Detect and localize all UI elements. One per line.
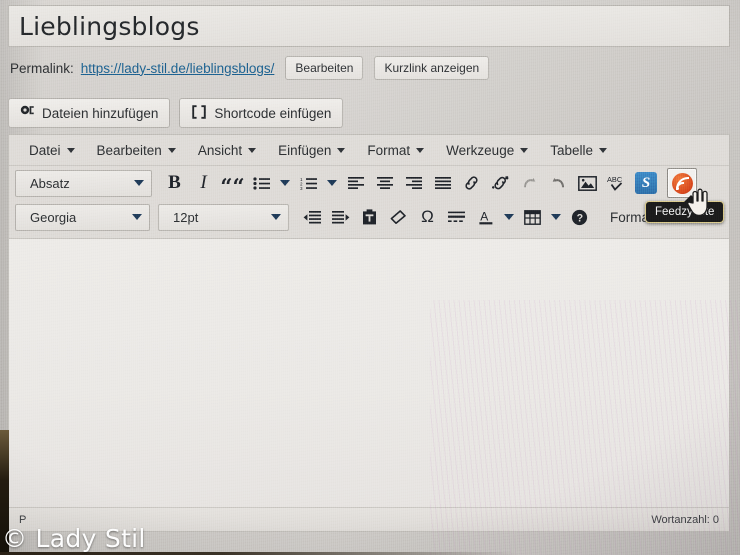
bullet-list-button[interactable] [247,169,276,197]
paragraph-style-select[interactable]: Absatz [15,169,152,197]
permalink-label: Permalink: [10,60,74,76]
media-buttons-row: Dateien hinzufügen Shortcode einfügen [8,98,344,128]
chevron-down-icon [327,180,337,186]
feedzy-tooltip: Feedzy Lite [645,195,725,223]
word-count: Wortanzahl: 0 [651,513,719,526]
menu-ansicht[interactable]: Ansicht [187,139,267,161]
italic-button[interactable]: I [189,169,218,197]
help-button[interactable]: ? [565,203,594,231]
menu-label: Ansicht [197,142,243,158]
bold-button[interactable]: B [160,169,189,197]
add-media-button[interactable]: Dateien hinzufügen [8,98,171,128]
shortlink-button[interactable]: Kurzlink anzeigen [374,56,490,80]
chevron-down-icon [167,147,176,153]
align-right-button[interactable] [399,169,428,197]
edit-permalink-button[interactable]: Bearbeiten [285,56,364,80]
bullet-list-options-button[interactable] [276,169,294,197]
chevron-down-icon [504,214,514,220]
post-title-text: Lieblingsblogs [19,12,200,41]
watermark: © Lady Stil [2,524,146,553]
increase-indent-button[interactable] [326,203,355,231]
paste-as-text-button[interactable] [355,203,384,231]
menu-tabelle[interactable]: Tabelle [539,139,618,161]
chevron-down-icon [248,147,257,153]
brackets-icon [191,104,207,122]
editor-content-area[interactable] [9,238,729,508]
chevron-down-icon [337,147,346,153]
post-title-input[interactable]: Lieblingsblogs [8,5,730,47]
menu-label: Werkzeuge [446,142,515,158]
decrease-indent-button[interactable] [297,203,326,231]
numbered-list-options-button[interactable] [323,169,341,197]
align-center-button[interactable] [370,169,399,197]
menu-format[interactable]: Format [356,139,435,161]
spellcheck-button[interactable]: ABC [602,169,631,197]
numbered-list-button[interactable]: 123 [294,169,323,197]
chevron-down-icon [66,147,75,153]
menu-werkzeuge[interactable]: Werkzeuge [435,139,539,161]
svg-text:3: 3 [300,186,303,190]
insert-image-button[interactable] [573,169,602,197]
toolbar-row-2: Georgia 12pt Ω A ? Formate [9,200,729,234]
undo-button[interactable] [515,169,544,197]
chevron-down-icon [599,147,607,153]
special-character-button[interactable]: Ω [413,203,442,231]
insert-link-button[interactable] [457,169,486,197]
font-size-select[interactable]: 12pt [158,203,289,231]
insert-table-button[interactable] [518,203,547,231]
text-color-options-button[interactable] [500,203,518,231]
menu-datei[interactable]: Datei [18,139,86,161]
chevron-down-icon [134,180,144,186]
chevron-down-icon [551,214,561,220]
blockquote-button[interactable]: ““ [218,166,247,201]
editor-menubar: Datei Bearbeiten Ansicht Einfügen Format… [9,135,729,165]
shortcode-s-button[interactable]: S [635,172,657,194]
menu-label: Einfügen [278,142,332,158]
svg-text:ABC: ABC [607,175,623,184]
clear-formatting-button[interactable] [384,203,413,231]
chevron-down-icon [520,147,529,153]
menu-bearbeiten[interactable]: Bearbeiten [86,139,187,161]
chevron-down-icon [280,180,290,186]
chevron-down-icon [132,214,142,220]
paragraph-style-value: Absatz [30,175,70,191]
text-color-button[interactable]: A [471,203,500,231]
align-justify-button[interactable] [428,169,457,197]
permalink-row: Permalink: https://lady-stil.de/liebling… [10,55,732,81]
svg-text:?: ? [577,212,583,224]
redo-button[interactable] [544,169,573,197]
toolbar-row-1: Absatz B I ““ 123 ABC S [9,165,729,200]
font-size-value: 12pt [173,209,199,225]
menu-einfuegen[interactable]: Einfügen [267,139,356,161]
menu-label: Tabelle [550,142,593,158]
remove-link-button[interactable] [486,169,515,197]
insert-table-options-button[interactable] [547,203,565,231]
menu-label: Format [367,142,411,158]
mouse-cursor-hand [687,188,708,217]
insert-shortcode-label: Shortcode einfügen [214,105,332,121]
horizontal-rule-button[interactable] [442,203,471,231]
menu-label: Bearbeiten [96,142,162,158]
add-media-label: Dateien hinzufügen [42,105,159,121]
align-left-button[interactable] [341,169,370,197]
permalink-link[interactable]: https://lady-stil.de/lieblingsblogs/ [81,61,275,76]
menu-label: Datei [29,142,61,158]
media-camera-icon [20,105,35,122]
insert-shortcode-button[interactable]: Shortcode einfügen [179,98,344,128]
chevron-down-icon [271,214,281,220]
tinymce-editor: Datei Bearbeiten Ansicht Einfügen Format… [8,134,730,532]
svg-text:A: A [480,209,488,223]
font-family-select[interactable]: Georgia [15,203,150,231]
chevron-down-icon [416,147,425,153]
font-family-value: Georgia [30,209,77,225]
